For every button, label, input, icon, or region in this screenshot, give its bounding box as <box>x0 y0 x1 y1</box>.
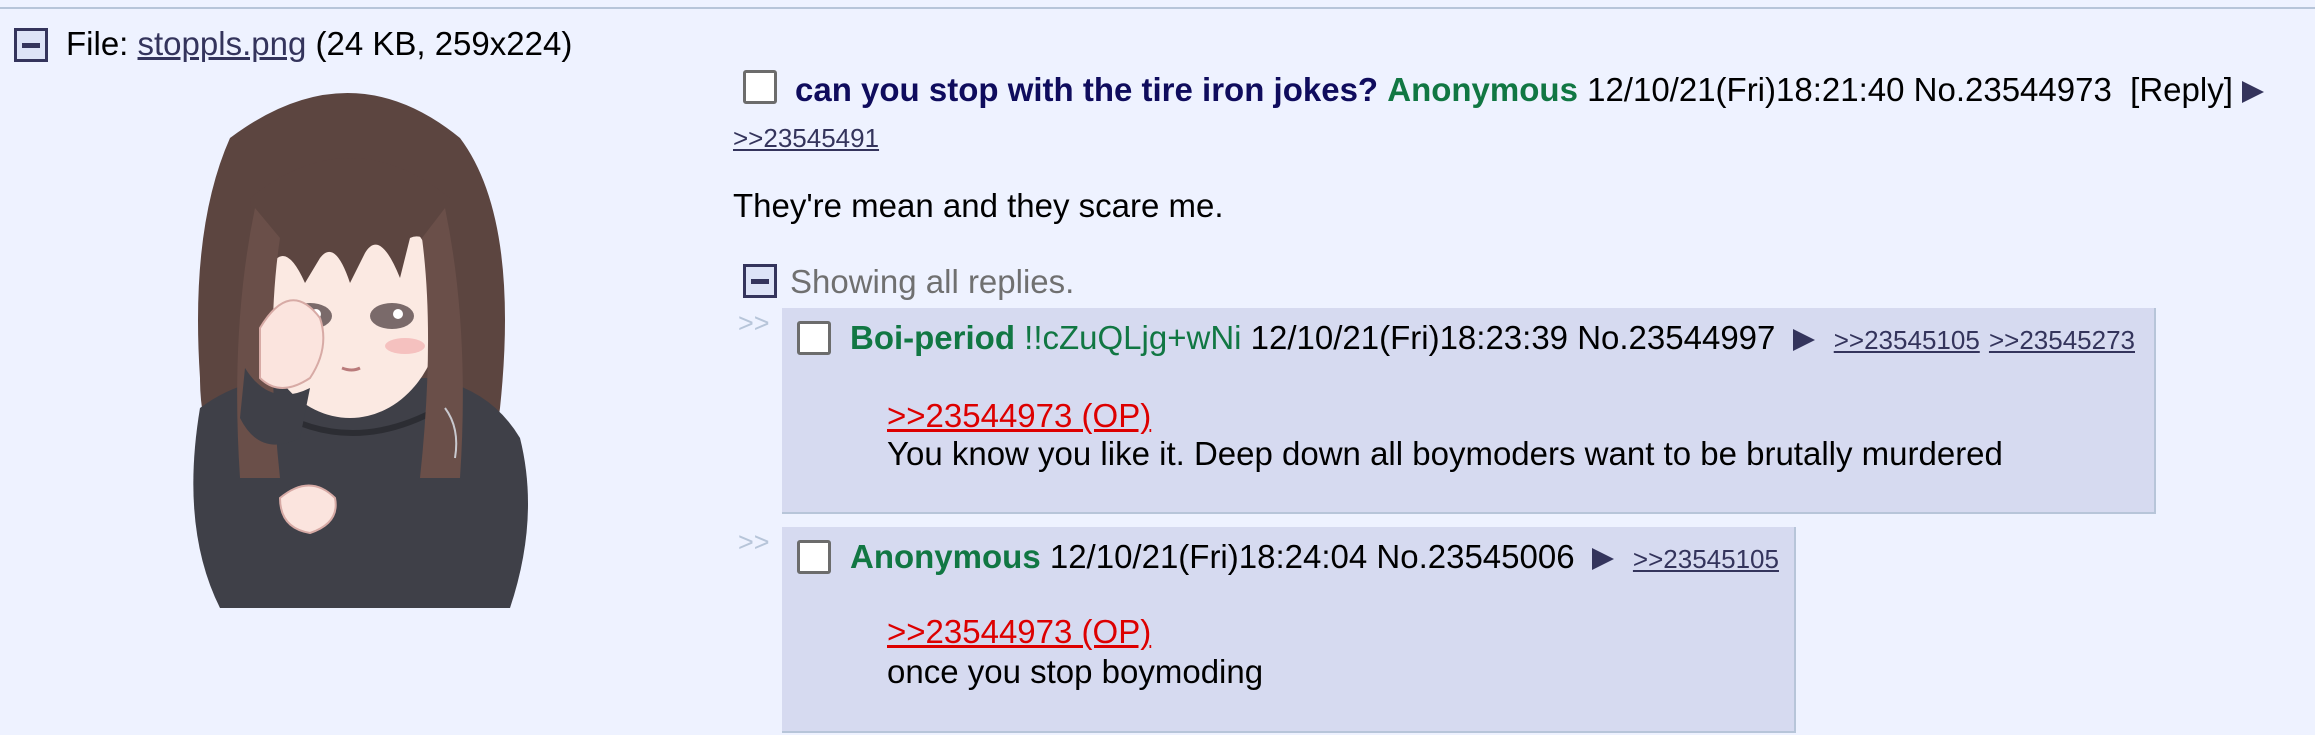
post-image-thumbnail[interactable] <box>160 78 550 608</box>
reply-comment: once you stop boymoding <box>887 653 1264 690</box>
reply-select-checkbox[interactable] <box>797 540 831 574</box>
reply-post-number[interactable]: No.23544997 <box>1577 319 1775 356</box>
op-select-checkbox[interactable] <box>743 70 777 104</box>
op-reply-link[interactable]: [Reply] <box>2130 71 2233 108</box>
file-label: File: <box>66 25 138 62</box>
reply-quotelink: >>23544973 (OP) <box>887 612 1151 652</box>
op-post-header: can you stop with the tire iron jokes? A… <box>795 70 2265 110</box>
reply-datetime: 12/10/21(Fri)18:23:39 <box>1250 319 1569 356</box>
op-backlinks: >>23545491 <box>733 118 879 158</box>
reply-datetime: 12/10/21(Fri)18:24:04 <box>1049 538 1368 575</box>
reply-menu-arrow-icon[interactable] <box>1792 329 1815 352</box>
file-details: (24 KB, 259x224) <box>306 25 573 62</box>
op-post-number[interactable]: No.23544973 <box>1914 71 2112 108</box>
reply-select-checkbox[interactable] <box>797 321 831 355</box>
op-backlink[interactable]: >>23545491 <box>733 123 879 153</box>
reply-side-arrows: >> <box>738 308 770 338</box>
reply-header: Boi-period !!cZuQLjg+wNi 12/10/21(Fri)18… <box>850 318 2135 360</box>
file-info: File: stoppls.png (24 KB, 259x224) <box>66 24 572 64</box>
reply-name: Boi-period <box>850 319 1015 356</box>
reply-quotelink: >>23544973 (OP) <box>887 396 1151 436</box>
op-subject: can you stop with the tire iron jokes? <box>795 71 1379 108</box>
op-menu-arrow-icon[interactable] <box>2242 81 2265 104</box>
op-comment: They're mean and they scare me. <box>733 187 1224 224</box>
reply-header: Anonymous 12/10/21(Fri)18:24:04 No.23545… <box>850 537 1779 579</box>
reply-name: Anonymous <box>850 538 1041 575</box>
reply-backlink[interactable]: >>23545273 <box>1989 325 2135 355</box>
reply-backlink[interactable]: >>23545105 <box>1834 325 1980 355</box>
replies-status: Showing all replies. <box>790 263 1075 300</box>
reply-tripcode: !!cZuQLjg+wNi <box>1024 319 1242 356</box>
file-link[interactable]: stoppls.png <box>138 25 307 62</box>
reply-quote-link[interactable]: >>23544973 (OP) <box>887 397 1151 434</box>
reply-quote-link[interactable]: >>23544973 (OP) <box>887 613 1151 650</box>
collapse-replies-button[interactable] <box>743 264 777 298</box>
op-name: Anonymous <box>1387 71 1578 108</box>
reply-backlink[interactable]: >>23545105 <box>1633 544 1779 574</box>
reply-post-number[interactable]: No.23545006 <box>1376 538 1574 575</box>
reply-side-arrows: >> <box>738 527 770 557</box>
top-divider <box>0 7 2315 9</box>
hide-post-button[interactable] <box>14 28 48 62</box>
reply-comment: You know you like it. Deep down all boym… <box>887 435 2003 472</box>
op-datetime: 12/10/21(Fri)18:21:40 <box>1587 71 1905 108</box>
reply-menu-arrow-icon[interactable] <box>1591 548 1614 571</box>
